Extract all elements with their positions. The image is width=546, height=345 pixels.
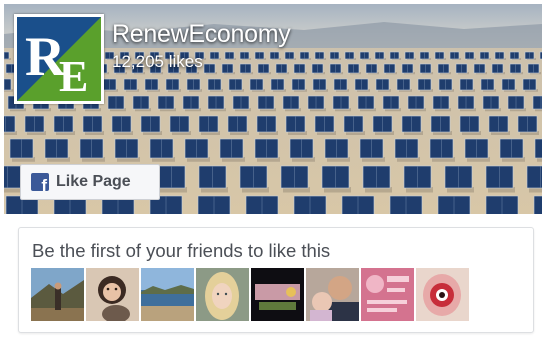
mountain-landscape-photo [31,268,84,321]
blonde-woman-photo [196,268,249,321]
like-page-label: Like Page [56,173,131,190]
svg-text:E: E [59,52,88,101]
facebook-page-widget: R E RenewEconomy 12,205 likes f Like Pag… [0,0,546,345]
friend-photo-6[interactable] [306,268,359,321]
page-name-link[interactable]: RenewEconomy [112,20,291,49]
lake-shore-photo [141,268,194,321]
friends-like-prompt: Be the first of your friends to like thi… [32,240,331,261]
dark-graphic-photo [251,268,304,321]
man-with-baby-photo [306,268,359,321]
friend-photo-1[interactable] [31,268,84,321]
friend-faces-row [31,268,471,321]
woman-with-dog-photo [86,268,139,321]
friend-photo-4[interactable] [196,268,249,321]
friend-photo-7[interactable] [361,268,414,321]
red-eye-graphic-photo [416,268,469,321]
page-logo[interactable]: R E [14,14,104,104]
friend-photo-8[interactable] [416,268,469,321]
pink-graphic-photo [361,268,414,321]
friends-panel: Be the first of your friends to like thi… [18,227,534,333]
renew-economy-logo: R E [17,17,101,101]
friend-photo-3[interactable] [141,268,194,321]
friend-photo-5[interactable] [251,268,304,321]
like-page-button[interactable]: f Like Page [20,164,160,200]
friend-photo-2[interactable] [86,268,139,321]
page-like-count: 12,205 likes [112,52,203,71]
facebook-f-icon: f [31,173,49,191]
